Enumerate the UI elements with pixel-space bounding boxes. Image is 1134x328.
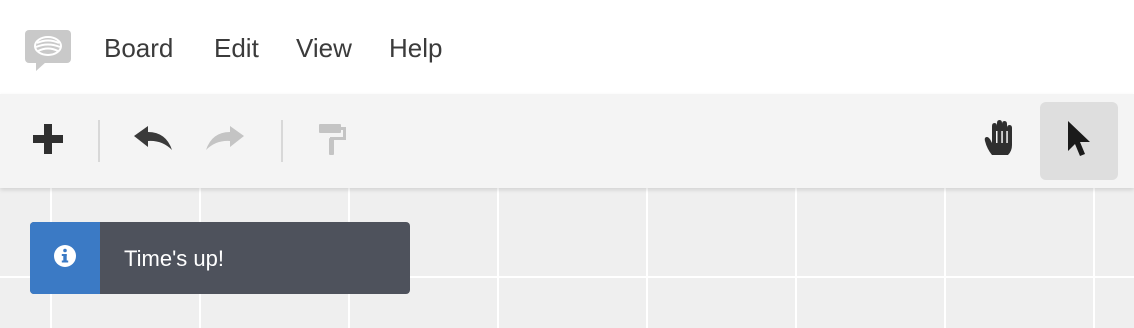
undo-icon	[130, 124, 174, 159]
app-logo-icon[interactable]	[24, 29, 72, 73]
toast-icon-box	[30, 222, 100, 294]
add-button[interactable]	[9, 102, 87, 180]
cursor-icon	[1065, 119, 1093, 164]
toolbar	[0, 94, 1134, 188]
redo-button[interactable]	[187, 102, 265, 180]
pan-tool-button[interactable]	[962, 102, 1040, 180]
undo-button[interactable]	[113, 102, 191, 180]
menu-edit[interactable]: Edit	[214, 33, 259, 63]
paint-roller-icon	[317, 122, 349, 161]
menu-board[interactable]: Board	[104, 33, 173, 63]
select-tool-button[interactable]	[1040, 102, 1118, 180]
menu-bar: Board Edit View Help	[0, 0, 1134, 94]
toolbar-divider	[98, 120, 100, 162]
toast-notification: Time's up!	[30, 222, 410, 294]
format-painter-button[interactable]	[294, 102, 372, 180]
menu-view[interactable]: View	[296, 33, 352, 63]
redo-icon	[204, 124, 248, 159]
info-icon	[53, 244, 77, 273]
toast-message: Time's up!	[124, 246, 224, 271]
menu-help[interactable]: Help	[389, 33, 442, 63]
plus-icon	[31, 122, 65, 161]
hand-icon	[981, 119, 1021, 164]
toolbar-divider	[281, 120, 283, 162]
